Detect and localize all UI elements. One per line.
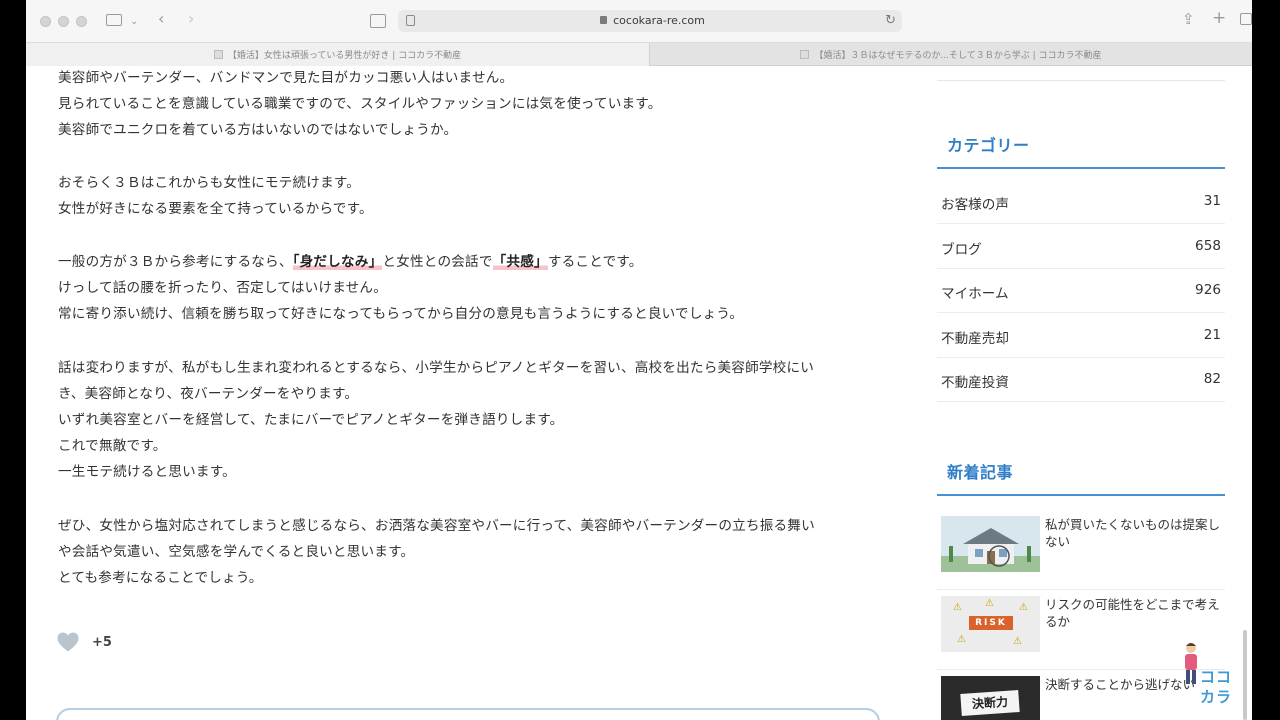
category-name: マイホーム xyxy=(941,286,1009,302)
article-line: ぜひ、女性から塩対応されてしまうと感じるなら、お洒落な美容室やバーに行って、美容… xyxy=(58,518,815,534)
divider xyxy=(937,80,1225,81)
category-count: 82 xyxy=(1203,371,1221,387)
tab-overview-icon[interactable] xyxy=(1240,13,1252,25)
category-item[interactable]: 不動産売却 21 xyxy=(937,314,1225,358)
line-text: 一般の方が３Ｂから参考にするなら、 xyxy=(58,254,293,270)
minimize-window-button[interactable] xyxy=(58,16,69,27)
logo-text-line2: カラ xyxy=(1200,688,1233,706)
article-line: これで無敵です。 xyxy=(58,438,167,454)
tab-bar: 【婚活】女性は頑張っている男性が好き | ココカラ不動産 【婚活】３Ｂはなぜモテ… xyxy=(26,43,1252,66)
category-item[interactable]: お客様の声 31 xyxy=(937,180,1225,224)
article-line: き、美容師となり、夜バーテンダーをやります。 xyxy=(58,386,359,402)
person-icon xyxy=(1185,643,1197,684)
category-name: 不動産売却 xyxy=(941,331,1009,347)
highlight-empathy: 「共感」 xyxy=(492,254,548,270)
favicon-icon xyxy=(800,50,810,59)
zoom-window-button[interactable] xyxy=(76,16,87,27)
favicon-icon xyxy=(213,50,223,59)
risk-label: RISK xyxy=(969,616,1013,630)
reader-list-icon[interactable] xyxy=(370,14,386,28)
warning-icon: ⚠ xyxy=(953,602,962,613)
article-line-highlighted: 一般の方が３Ｂから参考にするなら、「身だしなみ」と女性との会話で「共感」すること… xyxy=(58,250,643,270)
tab-1[interactable]: 【婚活】女性は頑張っている男性が好き | ココカラ不動産 xyxy=(26,43,650,66)
article-line: とても参考になることでしょう。 xyxy=(58,570,263,586)
categories-title: カテゴリー xyxy=(947,136,1030,155)
tab-2-label: 【婚活】３Ｂはなぜモテるのか...そして３Ｂから学ぶ | ココカラ不動産 xyxy=(814,51,1102,61)
house-thumbnail-icon xyxy=(941,516,1040,572)
url-text: cocokara-re.com xyxy=(613,14,705,27)
category-name: お客様の声 xyxy=(941,197,1009,213)
decision-thumbnail-icon: 決断力 xyxy=(941,676,1040,720)
browser-toolbar: ⌄ ‹ › cocokara-re.com ↻ ⇪ + xyxy=(26,0,1252,43)
article-line: いずれ美容室とバーを経営して、たまにバーでピアノとギターを弾き語りします。 xyxy=(58,412,564,428)
divider xyxy=(937,494,1225,496)
line-text: と女性との会話で xyxy=(382,254,493,270)
highlight-grooming: 「身だしなみ」 xyxy=(292,254,383,270)
logo-text-line1: ココ xyxy=(1200,668,1233,686)
recent-post-title: 私が買いたくないものは提案しない xyxy=(1045,517,1221,549)
decision-label: 決断力 xyxy=(960,690,1020,716)
category-count: 31 xyxy=(1203,193,1221,209)
forward-icon[interactable]: › xyxy=(188,11,194,27)
line-text: することです。 xyxy=(547,254,643,270)
article-line: や会話や気遣い、空気感を学んでくると良いと思います。 xyxy=(58,544,415,560)
category-item[interactable]: マイホーム 926 xyxy=(937,269,1225,313)
tab-1-label: 【婚活】女性は頑張っている男性が好き | ココカラ不動産 xyxy=(227,51,462,61)
warning-icon: ⚠ xyxy=(985,598,994,609)
tab-2[interactable]: 【婚活】３Ｂはなぜモテるのか...そして３Ｂから学ぶ | ココカラ不動産 xyxy=(650,43,1252,66)
warning-icon: ⚠ xyxy=(957,634,966,645)
sidebar-toggle-icon[interactable] xyxy=(106,14,122,26)
brand-logo: ココ カラ xyxy=(1176,640,1240,708)
address-bar[interactable]: cocokara-re.com ↻ xyxy=(398,10,902,32)
article-line: 話は変わりますが、私がもし生まれ変われるとするなら、小学生からピアノとギターを習… xyxy=(58,360,815,376)
recent-post[interactable]: 私が買いたくないものは提案しない xyxy=(937,510,1225,590)
article-line: けっして話の腰を折ったり、否定してはいけません。 xyxy=(58,280,388,296)
article-line: 一生モテ続けると思います。 xyxy=(58,464,236,480)
category-count: 21 xyxy=(1203,327,1221,343)
recent-post-title: リスクの可能性をどこまで考えるか xyxy=(1045,597,1220,629)
category-item[interactable]: ブログ 658 xyxy=(937,225,1225,269)
category-name: ブログ xyxy=(941,242,982,258)
article-line: 女性が好きになる要素を全て持っているからです。 xyxy=(58,201,373,217)
new-tab-icon[interactable]: + xyxy=(1212,10,1226,27)
heart-icon[interactable] xyxy=(56,630,80,654)
browser-window: ⌄ ‹ › cocokara-re.com ↻ ⇪ + 【婚活】女性は頑張ってい… xyxy=(26,0,1252,720)
article-line: 美容師やバーテンダー、バンドマンで見た目がカッコ悪い人はいません。 xyxy=(58,70,514,86)
warning-icon: ⚠ xyxy=(1013,636,1022,647)
comment-box[interactable] xyxy=(56,708,880,720)
risk-thumbnail-icon: RISK ⚠ ⚠ ⚠ ⚠ ⚠ xyxy=(941,596,1040,652)
recent-posts-title: 新着記事 xyxy=(947,463,1014,482)
article-line: 美容師でユニクロを着ている方はいないのではないでしょうか。 xyxy=(58,122,458,138)
like-count: +5 xyxy=(92,635,112,650)
category-item[interactable]: 不動産投資 82 xyxy=(937,358,1225,402)
article-line: 常に寄り添い続け、信頼を勝ち取って好きになってもらってから自分の意見も言うように… xyxy=(58,306,744,322)
divider xyxy=(937,167,1225,169)
close-window-button[interactable] xyxy=(40,16,51,27)
warning-icon: ⚠ xyxy=(1019,602,1028,613)
reload-icon[interactable]: ↻ xyxy=(885,13,896,28)
article-line: おそらく３Ｂはこれからも女性にモテ続けます。 xyxy=(58,175,361,191)
scrollbar[interactable] xyxy=(1243,630,1247,720)
chevron-down-icon[interactable]: ⌄ xyxy=(130,15,138,29)
category-count: 926 xyxy=(1195,282,1221,298)
back-icon[interactable]: ‹ xyxy=(158,11,164,27)
category-count: 658 xyxy=(1195,238,1221,254)
article-line: 見られていることを意識している職業ですので、スタイルやファッションには気を使って… xyxy=(58,96,662,112)
category-name: 不動産投資 xyxy=(941,375,1009,391)
share-icon[interactable]: ⇪ xyxy=(1182,12,1195,27)
